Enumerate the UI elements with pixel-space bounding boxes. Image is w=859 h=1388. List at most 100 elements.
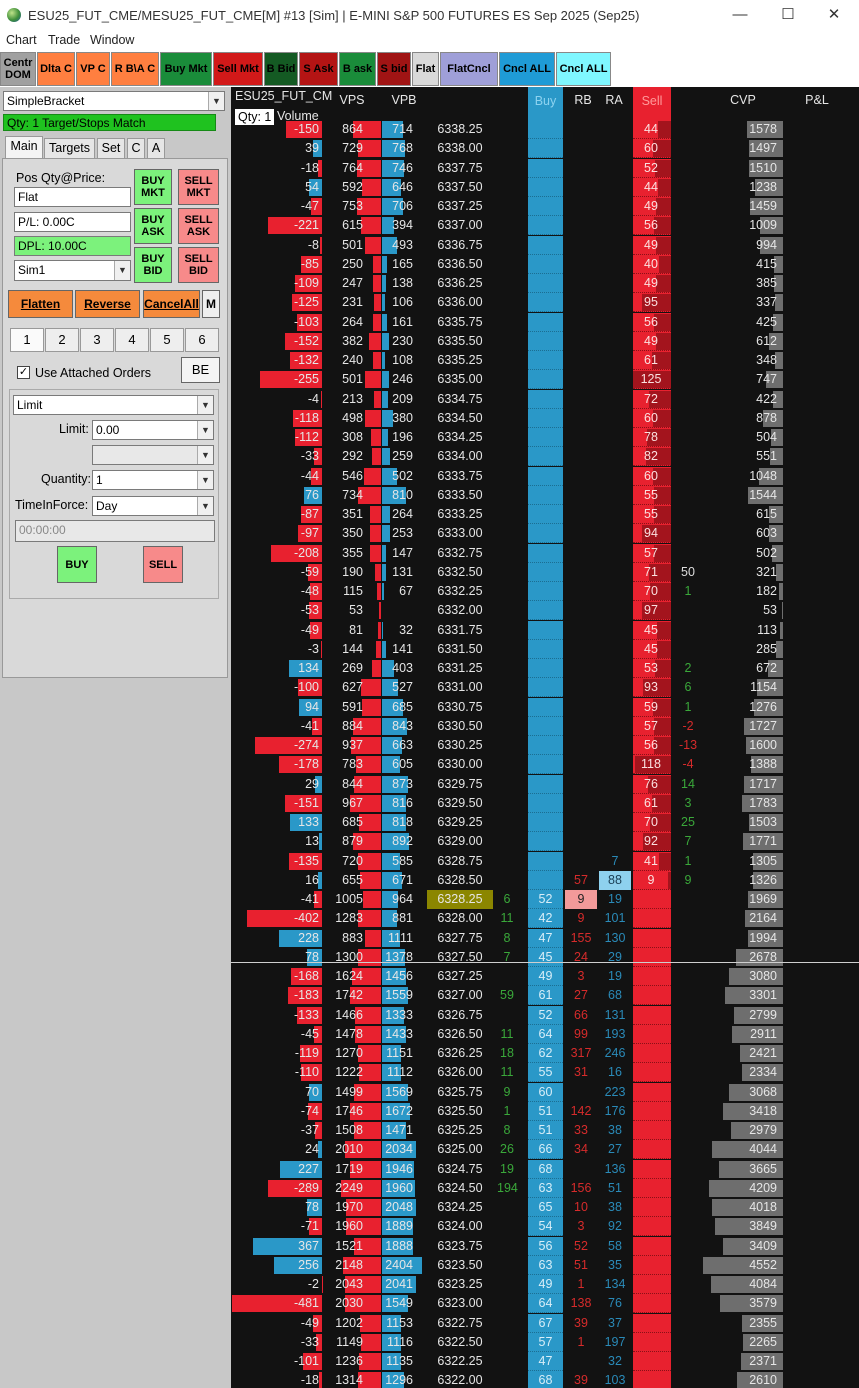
ladder-row[interactable]: -152 382 230 6335.50 49 612 [231, 332, 859, 351]
ladder-row[interactable]: -71 1960 1889 6324.00 54 3 92 3849 [231, 1217, 859, 1236]
qty-preset-5[interactable]: 5 [150, 328, 184, 352]
ladder-row[interactable]: -44 546 502 6333.75 60 1048 [231, 467, 859, 486]
close-button[interactable]: ✕ [814, 4, 854, 26]
sell-bid-button[interactable]: SELL BID [178, 247, 219, 283]
limit-price-input[interactable]: 0.00 ▼ [92, 420, 214, 440]
ladder-row[interactable]: -183 1742 1559 6327.00 59 61 27 68 3301 [231, 986, 859, 1005]
ladder-row[interactable]: -18 764 746 6337.75 52 1510 [231, 159, 859, 178]
toolbar-button-cncl-all[interactable]: Cncl ALL [499, 52, 555, 86]
ladder-row[interactable]: -49 81 32 6331.75 45 113 [231, 621, 859, 640]
qty-preset-2[interactable]: 2 [45, 328, 79, 352]
ladder-row[interactable]: -109 247 138 6336.25 49 385 [231, 274, 859, 293]
ladder-row[interactable]: -4 213 209 6334.75 72 422 [231, 390, 859, 409]
toolbar-button-b-bid[interactable]: B Bid [264, 52, 298, 86]
minimize-button[interactable]: — [720, 4, 760, 26]
qty-preset-4[interactable]: 4 [115, 328, 149, 352]
strategy-select[interactable]: SimpleBracket ▼ [3, 91, 225, 111]
qty-preset-3[interactable]: 3 [80, 328, 114, 352]
ladder-row[interactable]: -49 1202 1153 6322.75 67 39 37 2355 [231, 1314, 859, 1333]
flatten-button[interactable]: Flatten [8, 290, 73, 318]
ladder-row[interactable]: 94 591 685 6330.75 59 1 1276 [231, 698, 859, 717]
toolbar-button-flatcncl[interactable]: FlatCncl [440, 52, 498, 86]
ladder-row[interactable]: -100 627 527 6331.00 93 6 1154 [231, 678, 859, 697]
toolbar-button-s-ask[interactable]: S Ask [299, 52, 338, 86]
qty-preset-6[interactable]: 6 [185, 328, 219, 352]
ladder-row[interactable]: -3 144 141 6331.50 45 285 [231, 640, 859, 659]
tif-select[interactable]: Day ▼ [92, 496, 214, 516]
ladder-row[interactable]: -119 1270 1151 6326.25 18 62 317 246 2421 [231, 1044, 859, 1063]
toolbar-button-vp-c[interactable]: VP C [76, 52, 110, 86]
ladder-row[interactable]: 39 729 768 6338.00 60 1497 [231, 139, 859, 158]
ladder-row[interactable]: 24 2010 2034 6325.00 26 66 34 27 4044 [231, 1140, 859, 1159]
maximize-button[interactable]: ☐ [768, 4, 808, 26]
toolbar-button-cncl-all[interactable]: Cncl ALL [556, 52, 611, 86]
cancel-all-button[interactable]: CancelAll [143, 290, 200, 318]
breakeven-button[interactable]: BE [181, 357, 220, 383]
ladder-row[interactable]: -221 615 394 6337.00 56 1009 [231, 216, 859, 235]
menu-chart[interactable]: Chart [6, 33, 37, 47]
ladder-row[interactable]: 228 883 1111 6327.75 8 47 155 130 1994 [231, 929, 859, 948]
ladder-row[interactable]: 78 1970 2048 6324.25 65 10 38 4018 [231, 1198, 859, 1217]
toolbar-button-buy-mkt[interactable]: Buy Mkt [160, 52, 212, 86]
ladder-row[interactable]: -481 2030 1549 6323.00 64 138 76 3579 [231, 1294, 859, 1313]
ladder-row[interactable]: -47 753 706 6337.25 49 1459 [231, 197, 859, 216]
ladder-row[interactable]: 133 685 818 6329.25 70 25 1503 [231, 813, 859, 832]
ladder-row[interactable]: 256 2148 2404 6323.50 63 51 35 4552 [231, 1256, 859, 1275]
ladder-row[interactable]: -48 115 67 6332.25 70 1 182 [231, 582, 859, 601]
tab-targets[interactable]: Targets [44, 138, 95, 158]
ladder-row[interactable]: -103 264 161 6335.75 56 425 [231, 313, 859, 332]
ladder-row[interactable]: 29 844 873 6329.75 76 14 1717 [231, 775, 859, 794]
toolbar-button-b-ask[interactable]: B ask [339, 52, 376, 86]
good-till-time-input[interactable]: 00:00:00 [15, 520, 215, 542]
ladder-row[interactable]: -101 1236 1135 6322.25 47 32 2371 [231, 1352, 859, 1371]
tab-a[interactable]: A [147, 138, 165, 158]
buy-mkt-button[interactable]: BUY MKT [134, 169, 172, 205]
ladder-row[interactable]: 76 734 810 6333.50 55 1544 [231, 486, 859, 505]
ladder-row[interactable]: 16 655 671 6328.50 57 88 9 9 1326 [231, 871, 859, 890]
ladder-row[interactable]: -8 501 493 6336.75 49 994 [231, 236, 859, 255]
ladder-row[interactable]: -2 2043 2041 6323.25 49 1 134 4084 [231, 1275, 859, 1294]
ladder-row[interactable]: 54 592 646 6337.50 44 1238 [231, 178, 859, 197]
sell-ask-button[interactable]: SELL ASK [178, 208, 219, 244]
menu-window[interactable]: Window [90, 33, 134, 47]
toolbar-button-sell-mkt[interactable]: Sell Mkt [213, 52, 263, 86]
tab-c[interactable]: C [127, 138, 145, 158]
use-attached-checkbox[interactable]: ✓ [17, 366, 30, 379]
ladder-row[interactable]: 70 1499 1569 6325.75 9 60 223 3068 [231, 1083, 859, 1102]
ladder-row[interactable]: -18 1314 1296 6322.00 68 39 103 2610 [231, 1371, 859, 1388]
ladder-row[interactable]: -125 231 106 6336.00 95 337 [231, 293, 859, 312]
ladder-row[interactable]: -110 1222 1112 6326.00 11 55 31 16 2334 [231, 1063, 859, 1082]
quantity-input[interactable]: 1 ▼ [92, 470, 214, 490]
tab-main[interactable]: Main [5, 136, 43, 158]
ladder-row[interactable]: -59 190 131 6332.50 71 50 321 [231, 563, 859, 582]
buy-bid-button[interactable]: BUY BID [134, 247, 172, 283]
ladder-row[interactable]: -178 783 605 6330.00 118 -4 1388 [231, 755, 859, 774]
ladder-row[interactable]: -118 498 380 6334.50 60 878 [231, 409, 859, 428]
tab-set[interactable]: Set [97, 138, 125, 158]
ladder-row[interactable]: -133 1466 1333 6326.75 52 66 131 2799 [231, 1006, 859, 1025]
ladder-row[interactable]: -289 2249 1960 6324.50 194 63 156 51 4209 [231, 1179, 859, 1198]
price-ladder[interactable]: ESU25_FUT_CM Qty: 1 Volume VPS VPB Buy R… [231, 87, 859, 1388]
ladder-row[interactable]: -45 1478 1433 6326.50 11 64 99 193 2911 [231, 1025, 859, 1044]
stop-price-input[interactable]: ▼ [92, 445, 214, 465]
ladder-row[interactable]: -87 351 264 6333.25 55 615 [231, 505, 859, 524]
ladder-row[interactable]: -41 1005 964 6328.25 6 52 9 19 1969 [231, 890, 859, 909]
ladder-row[interactable]: -402 1283 881 6328.00 11 42 9 101 2164 [231, 909, 859, 928]
toolbar-button-dlta-c[interactable]: Dlta C [37, 52, 75, 86]
ladder-row[interactable]: -53 53 6332.00 97 53 [231, 601, 859, 620]
menu-trade[interactable]: Trade [48, 33, 80, 47]
ladder-row[interactable]: -208 355 147 6332.75 57 502 [231, 544, 859, 563]
ladder-row[interactable]: -255 501 246 6335.00 125 747 [231, 370, 859, 389]
ladder-row[interactable]: -150 864 714 6338.25 44 1578 [231, 120, 859, 139]
reverse-button[interactable]: Reverse [75, 290, 140, 318]
ladder-row[interactable]: -135 720 585 6328.75 7 41 1 1305 [231, 852, 859, 871]
ladder-row[interactable]: 367 1521 1888 6323.75 56 52 58 3409 [231, 1237, 859, 1256]
ladder-row[interactable]: -132 240 108 6335.25 61 348 [231, 351, 859, 370]
order-type-select[interactable]: Limit ▼ [13, 395, 214, 415]
sell-button[interactable]: SELL [143, 546, 183, 583]
ladder-row[interactable]: -151 967 816 6329.50 61 3 1783 [231, 794, 859, 813]
ladder-row[interactable]: -97 350 253 6333.00 94 603 [231, 524, 859, 543]
buy-ask-button[interactable]: BUY ASK [134, 208, 172, 244]
toolbar-button-flat[interactable]: Flat [412, 52, 439, 86]
qty-preset-1[interactable]: 1 [10, 328, 44, 352]
